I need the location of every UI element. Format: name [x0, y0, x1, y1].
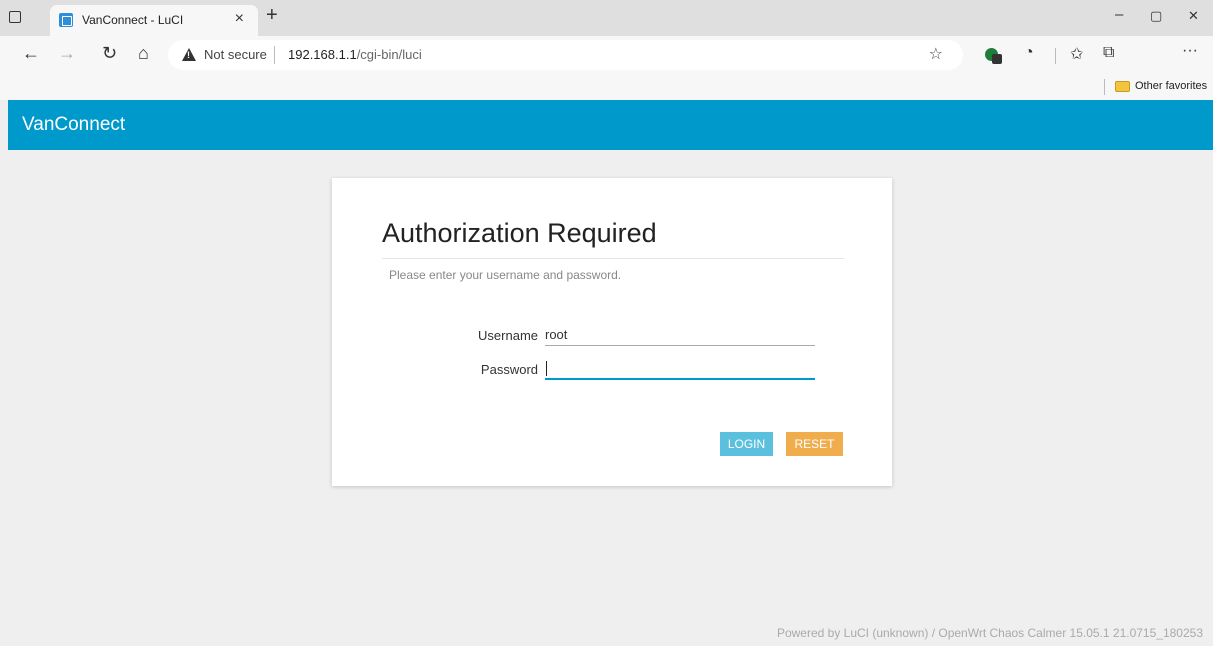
folder-icon[interactable]: [1115, 81, 1130, 92]
username-input[interactable]: [545, 324, 815, 346]
page-title: Authorization Required: [382, 218, 657, 248]
text-caret: [546, 361, 547, 376]
browser-tab-active[interactable]: VanConnect - LuCI ×: [50, 5, 258, 36]
brand-link[interactable]: VanConnect: [22, 114, 125, 136]
login-card: Authorization Required Please enter your…: [332, 178, 892, 486]
other-favorites-link[interactable]: Other favorites: [1135, 80, 1207, 92]
password-label: Password: [480, 362, 538, 377]
security-status[interactable]: Not secure: [204, 47, 267, 62]
url-path: /cgi-bin/luci: [356, 47, 422, 62]
add-favorite-icon[interactable]: ☆: [929, 44, 943, 64]
home-button[interactable]: ⌂: [138, 43, 149, 64]
app-header: VanConnect: [8, 100, 1213, 150]
toolbar-divider: [1055, 48, 1056, 64]
tab-actions-icon[interactable]: [9, 11, 21, 23]
minimize-button[interactable]: –: [1115, 6, 1123, 23]
favorites-icon[interactable]: ✩: [1070, 44, 1083, 64]
restore-button[interactable]: ▢: [1150, 8, 1162, 24]
browser-tab-bar: VanConnect - LuCI × + – ▢ ✕: [0, 0, 1213, 36]
url-host: 192.168.1.1: [288, 47, 357, 62]
luci-favicon-icon: [59, 13, 73, 27]
forward-button[interactable]: →: [58, 43, 76, 64]
favorites-bar: Other favorites: [0, 74, 1213, 100]
collections-icon[interactable]: ⧉: [1103, 44, 1114, 62]
back-button[interactable]: ←: [22, 43, 40, 64]
reset-button[interactable]: RESET: [786, 432, 843, 456]
footer-text: Powered by LuCI (unknown) / OpenWrt Chao…: [776, 626, 1203, 640]
close-window-button[interactable]: ✕: [1188, 8, 1199, 24]
login-button[interactable]: LOGIN: [720, 432, 773, 456]
tab-close-icon[interactable]: ×: [235, 10, 244, 28]
tab-title: VanConnect - LuCI: [82, 13, 184, 27]
favorites-divider: [1104, 79, 1105, 95]
new-tab-button[interactable]: +: [266, 4, 278, 27]
password-input[interactable]: [545, 358, 815, 380]
username-label: Username: [478, 328, 538, 343]
login-description: Please enter your username and password.: [389, 268, 622, 282]
browser-essentials-icon[interactable]: ◔: [1024, 44, 1034, 62]
warning-icon[interactable]: [182, 48, 196, 61]
browser-toolbar: ← → ↻ ⌂ Not secure 192.168.1.1/cgi-bin/l…: [0, 36, 1213, 74]
url-text[interactable]: 192.168.1.1/cgi-bin/luci: [288, 47, 422, 62]
settings-menu-icon[interactable]: ···: [1182, 42, 1198, 60]
address-bar[interactable]: Not secure 192.168.1.1/cgi-bin/luci ☆: [168, 40, 963, 70]
address-divider: [274, 46, 275, 64]
extension-badge: [992, 54, 1002, 64]
title-divider: [382, 258, 844, 259]
reload-button[interactable]: ↻: [102, 43, 117, 64]
